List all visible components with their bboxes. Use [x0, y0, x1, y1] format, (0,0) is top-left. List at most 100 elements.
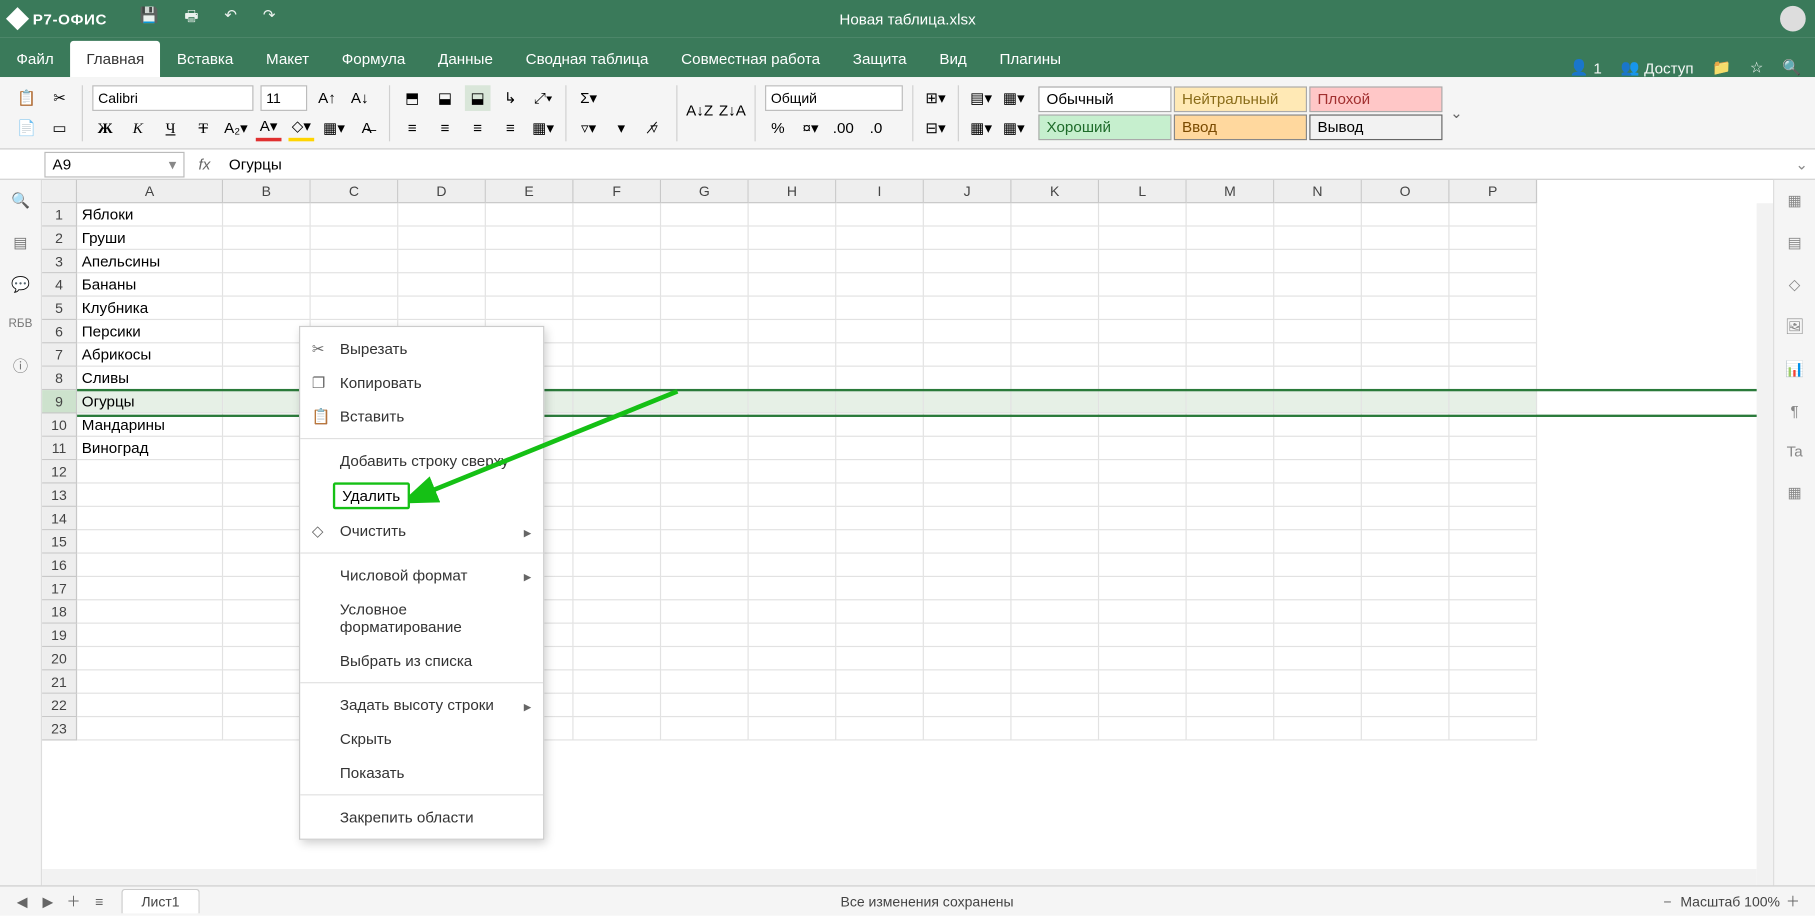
cell[interactable] — [1449, 554, 1537, 577]
cell[interactable] — [1274, 273, 1362, 296]
search-icon[interactable]: 🔍 — [1782, 58, 1801, 77]
cell[interactable] — [1362, 367, 1450, 390]
cell[interactable] — [573, 203, 661, 226]
align-left-icon[interactable]: ≡ — [399, 115, 425, 141]
cell[interactable] — [661, 437, 749, 460]
cell[interactable] — [1449, 320, 1537, 343]
col-header[interactable]: E — [486, 180, 574, 203]
cell[interactable] — [836, 437, 924, 460]
cell[interactable] — [1449, 227, 1537, 250]
sort-desc-icon[interactable]: Z↓A — [719, 98, 745, 124]
cell[interactable]: Яблоки — [77, 203, 223, 226]
style-output[interactable]: Вывод — [1309, 114, 1442, 140]
cell[interactable] — [836, 250, 924, 273]
cell[interactable] — [836, 507, 924, 530]
cell[interactable] — [749, 670, 837, 693]
insert-cells-icon[interactable]: ⊞▾ — [923, 85, 949, 111]
cell[interactable] — [924, 273, 1012, 296]
styles-expand-icon[interactable]: ⌄ — [1445, 86, 1468, 140]
cell[interactable] — [1011, 507, 1099, 530]
ctx-pick-from-list[interactable]: Выбрать из списка — [300, 644, 543, 678]
col-header[interactable]: B — [223, 180, 311, 203]
cell[interactable] — [398, 297, 486, 320]
cell[interactable] — [1099, 297, 1187, 320]
cell[interactable] — [924, 647, 1012, 670]
cell[interactable] — [1187, 717, 1275, 740]
cell[interactable] — [924, 554, 1012, 577]
cell[interactable] — [1362, 413, 1450, 436]
cell[interactable] — [1187, 554, 1275, 577]
cell[interactable] — [924, 624, 1012, 647]
cell[interactable] — [749, 600, 837, 623]
cell[interactable] — [1187, 670, 1275, 693]
cell[interactable] — [1011, 297, 1099, 320]
cell[interactable] — [1362, 670, 1450, 693]
row-header[interactable]: 4 — [42, 273, 77, 296]
cell[interactable] — [77, 460, 223, 483]
ctx-cut[interactable]: ✂Вырезать — [300, 332, 543, 366]
ctx-conditional-format[interactable]: Условное форматирование — [300, 592, 543, 643]
cell[interactable] — [1274, 367, 1362, 390]
cell[interactable] — [924, 297, 1012, 320]
col-header[interactable]: I — [836, 180, 924, 203]
cut-icon[interactable]: ✂ — [47, 85, 73, 111]
row-header[interactable]: 7 — [42, 343, 77, 366]
cell[interactable] — [836, 413, 924, 436]
cell[interactable] — [924, 367, 1012, 390]
cell[interactable]: Огурцы — [77, 390, 223, 413]
cell[interactable] — [1274, 413, 1362, 436]
save-icon[interactable]: 💾 — [140, 6, 159, 32]
cell[interactable] — [1187, 413, 1275, 436]
row-header[interactable]: 22 — [42, 694, 77, 717]
cell[interactable] — [661, 297, 749, 320]
open-location-icon[interactable]: 📁 — [1712, 58, 1731, 77]
cell[interactable] — [1011, 670, 1099, 693]
col-header[interactable]: K — [1011, 180, 1099, 203]
row-header[interactable]: 5 — [42, 297, 77, 320]
cell[interactable] — [1011, 624, 1099, 647]
cell[interactable] — [836, 647, 924, 670]
cell[interactable] — [1099, 390, 1187, 413]
cell[interactable] — [1362, 717, 1450, 740]
cell[interactable] — [749, 484, 837, 507]
fx-icon[interactable]: fx — [192, 155, 218, 173]
cell[interactable] — [749, 320, 837, 343]
cell[interactable] — [223, 320, 311, 343]
cell[interactable] — [1187, 530, 1275, 553]
cell[interactable]: Абрикосы — [77, 343, 223, 366]
decrease-font-icon[interactable]: A↓ — [347, 85, 373, 111]
cell[interactable] — [1099, 484, 1187, 507]
cell[interactable] — [661, 227, 749, 250]
clear-format-button[interactable]: A̶ — [354, 115, 380, 141]
cell[interactable] — [749, 507, 837, 530]
cell[interactable] — [836, 460, 924, 483]
cell[interactable] — [661, 717, 749, 740]
cell[interactable] — [1099, 507, 1187, 530]
col-header[interactable]: O — [1362, 180, 1450, 203]
tab-формула[interactable]: Формула — [325, 41, 421, 77]
cell[interactable] — [1187, 624, 1275, 647]
zoom-out-icon[interactable]: − — [1655, 893, 1681, 909]
tab-сводная таблица[interactable]: Сводная таблица — [509, 41, 665, 77]
style-good[interactable]: Хороший — [1038, 114, 1171, 140]
tab-главная[interactable]: Главная — [70, 41, 161, 77]
cell[interactable] — [223, 577, 311, 600]
cell[interactable] — [1449, 203, 1537, 226]
cell[interactable] — [1187, 250, 1275, 273]
cell[interactable] — [924, 600, 1012, 623]
cell[interactable] — [661, 530, 749, 553]
cell[interactable] — [223, 554, 311, 577]
cell[interactable] — [749, 250, 837, 273]
cell[interactable] — [1274, 670, 1362, 693]
cell[interactable] — [77, 600, 223, 623]
tab-плагины[interactable]: Плагины — [983, 41, 1077, 77]
cell[interactable] — [573, 390, 661, 413]
copy-icon[interactable]: 📋 — [14, 85, 40, 111]
cell[interactable] — [573, 670, 661, 693]
cell[interactable] — [749, 717, 837, 740]
row-header[interactable]: 19 — [42, 624, 77, 647]
cell[interactable] — [1099, 530, 1187, 553]
fill-color-button[interactable]: ◇▾ — [288, 115, 314, 141]
styles-icon[interactable]: ▦▾ — [968, 115, 994, 141]
tab-макет[interactable]: Макет — [250, 41, 326, 77]
